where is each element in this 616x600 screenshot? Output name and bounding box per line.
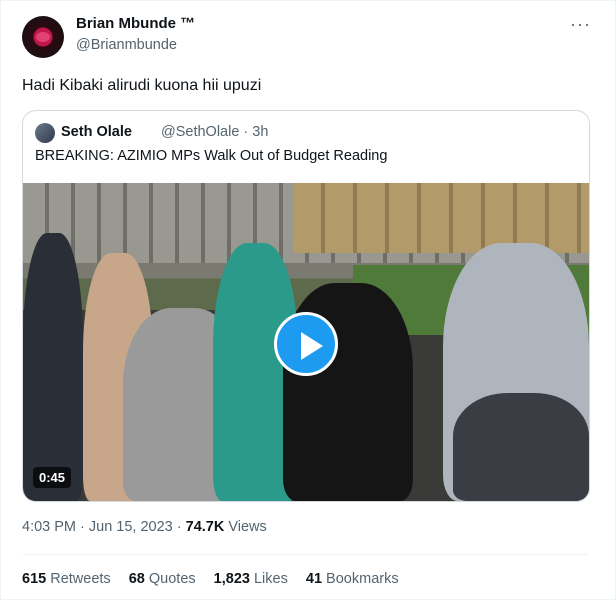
likes-label: Likes xyxy=(249,571,288,587)
bookmarks-count: 41 xyxy=(305,571,323,587)
quote-author-name[interactable]: Seth Olale xyxy=(61,124,132,140)
tweet-text: Hadi Kibaki alirudi kuona hii upuzi xyxy=(22,77,262,94)
quotes-label: Quotes xyxy=(144,571,196,587)
bookmarks-stat[interactable]: 41 Bookmarks xyxy=(306,571,399,587)
play-icon[interactable] xyxy=(274,312,338,376)
quoted-tweet[interactable]: Seth Olale @SethOlale · 3h BREAKING: AZI… xyxy=(22,110,590,502)
video-scene-person xyxy=(453,393,589,501)
retweets-stat[interactable]: 615 Retweets xyxy=(22,571,111,587)
video-duration-badge: 0:45 xyxy=(33,467,72,488)
retweets-count: 615 xyxy=(22,571,47,587)
more-horizontal-icon[interactable]: ··· xyxy=(570,14,591,35)
timestamp[interactable]: 4:03 PM · Jun 15, 2023 · xyxy=(22,519,186,535)
quotes-count: 68 xyxy=(128,571,145,587)
video-scene-building xyxy=(293,183,589,253)
avatar[interactable] xyxy=(22,16,64,58)
quotes-stat[interactable]: 68 Quotes xyxy=(129,571,196,587)
likes-count: 1,823 xyxy=(213,571,250,587)
quote-avatar[interactable] xyxy=(35,123,55,143)
tweet-meta: 4:03 PM · Jun 15, 2023 · 74.7K Views xyxy=(22,519,267,535)
quote-author-handle[interactable]: @SethOlale · 3h xyxy=(161,124,268,140)
quote-text: BREAKING: AZIMIO MPs Walk Out of Budget … xyxy=(35,148,388,164)
views-label: Views xyxy=(224,519,267,535)
author-handle[interactable]: @Brianmbunde xyxy=(76,37,177,53)
likes-stat[interactable]: 1,823 Likes xyxy=(214,571,288,587)
bookmarks-label: Bookmarks xyxy=(322,571,399,587)
video-scene-person xyxy=(23,233,83,501)
divider xyxy=(22,554,588,555)
retweets-label: Retweets xyxy=(46,571,111,587)
views-count: 74.7K xyxy=(185,519,225,535)
author-name[interactable]: Brian Mbunde ™ xyxy=(76,15,195,32)
video-player[interactable]: 0:45 xyxy=(23,183,589,501)
engagement-stats: 615 Retweets 68 Quotes 1,823 Likes 41 Bo… xyxy=(22,571,413,587)
